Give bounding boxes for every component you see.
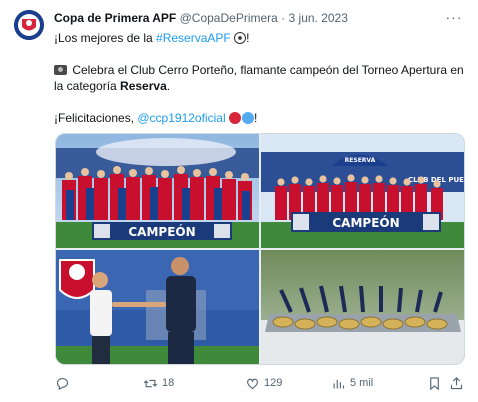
banner-text-1: CAMPEÓN: [128, 224, 195, 239]
photo-handshake[interactable]: [56, 250, 259, 364]
views-icon: [333, 379, 345, 388]
reply-icon: [56, 377, 69, 390]
line2-end: .: [166, 79, 171, 93]
line2-text: Celebra el Club Cerro Porteño, flamante …: [54, 63, 464, 93]
line1-text: ¡Los mejores de la: [54, 31, 157, 45]
action-bar: 18 129 5 mil: [55, 372, 465, 394]
bookmark-button[interactable]: [427, 375, 442, 391]
hashtag-link[interactable]: #ReservaAPF: [156, 31, 231, 45]
reply-button[interactable]: [55, 375, 74, 391]
media-grid: CAMPEÓN RESERVA CLUB DEL PUE CAMPEÓN: [55, 133, 465, 365]
apf-logo-icon: [14, 10, 44, 40]
retweet-icon: [143, 379, 158, 387]
views-count: 5 mil: [350, 377, 374, 389]
tweet-line-2: Celebra el Club Cerro Porteño, flamante …: [54, 62, 464, 94]
more-icon[interactable]: ···: [444, 10, 464, 26]
like-count: 129: [264, 377, 283, 389]
line3-text: ¡Felicitaciones,: [54, 111, 138, 125]
like-icon: [247, 378, 258, 389]
share-icon: [450, 376, 463, 389]
mention-link[interactable]: @ccp1912oficial: [137, 111, 225, 125]
avatar[interactable]: [14, 10, 44, 40]
line2-bold: Reserva: [120, 79, 167, 93]
tweet-line-3: ¡Felicitaciones, @ccp1912oficial !: [54, 110, 464, 126]
retweet-count: 18: [162, 377, 175, 389]
share-button[interactable]: [449, 375, 464, 391]
author-handle[interactable]: @CopaDePrimera: [180, 11, 278, 25]
soccer-ball-icon: [234, 32, 247, 44]
author-name[interactable]: Copa de Primera APF: [54, 11, 176, 25]
photo-team-celebration-1[interactable]: CAMPEÓN: [56, 134, 259, 248]
tweet[interactable]: Copa de Primera APF @CopaDePrimera · 3 j…: [0, 0, 478, 402]
bookmark-icon: [430, 376, 439, 390]
banner-text-2: CAMPEÓN: [332, 215, 399, 230]
like-button[interactable]: 129: [245, 375, 282, 391]
header-separator: ·: [281, 11, 286, 25]
tweet-line-1: ¡Los mejores de la #ReservaAPF !: [54, 30, 464, 46]
tweet-header: Copa de Primera APF @CopaDePrimera · 3 j…: [54, 11, 448, 26]
line3-suffix: !: [253, 111, 258, 125]
photo-team-celebration-2[interactable]: RESERVA CLUB DEL PUE CAMPEÓN: [261, 134, 464, 248]
tweet-text: ¡Los mejores de la #ReservaAPF ! Celebra…: [54, 30, 464, 126]
camera-icon: [54, 65, 67, 75]
views-button[interactable]: 5 mil: [331, 375, 373, 391]
tweet-date[interactable]: 3 jun. 2023: [289, 11, 348, 25]
retweet-button[interactable]: 18: [143, 375, 174, 391]
photo-medals[interactable]: [261, 250, 464, 364]
line1-suffix: !: [246, 31, 250, 45]
red-circle-icon: [228, 112, 241, 124]
blue-circle-icon: [241, 112, 254, 124]
sign-text: RESERVA: [345, 157, 376, 164]
